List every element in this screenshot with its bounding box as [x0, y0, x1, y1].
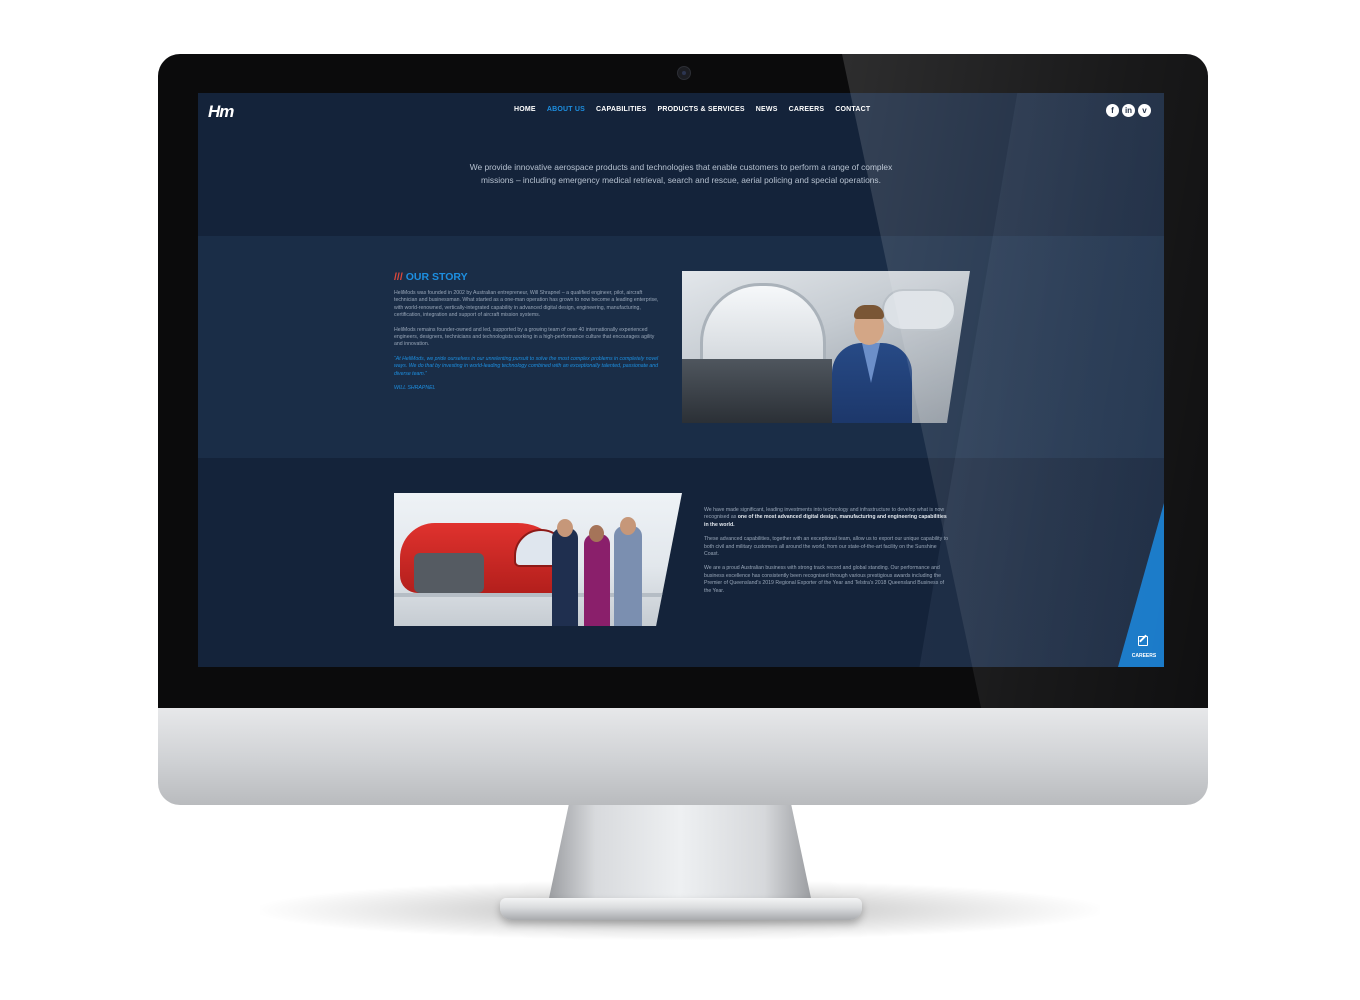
story-paragraph: HeliMods was founded in 2002 by Australi… [394, 290, 659, 319]
person-hair [854, 305, 884, 319]
vimeo-icon[interactable]: v [1138, 104, 1151, 117]
story-text: HeliMods was founded in 2002 by Australi… [394, 290, 662, 392]
monitor-chin [158, 708, 1208, 805]
heading-slashes: /// [394, 271, 403, 283]
story-heading-label: OUR STORY [405, 271, 468, 283]
capabilities-text: We have made significant, leading invest… [704, 507, 949, 611]
facebook-icon[interactable]: f [1106, 104, 1119, 117]
camera-icon [677, 66, 691, 80]
nav-item-contact[interactable]: CONTACT [835, 106, 870, 113]
person-3-head [620, 517, 636, 535]
person-1 [552, 528, 578, 626]
founder-quote: “At HeliMods, we pride ourselves in our … [394, 355, 659, 377]
helicopter-cockpit-window [700, 283, 826, 369]
social-links: f in v [1106, 104, 1151, 117]
nav-item-capabilities[interactable]: CAPABILITIES [596, 106, 647, 113]
person-2 [584, 534, 610, 626]
story-paragraph: HeliMods remains founder-owned and led, … [394, 326, 655, 348]
nav-item-products-services[interactable]: PRODUCTS & SERVICES [657, 106, 744, 113]
site-logo[interactable]: Hm [208, 102, 238, 122]
nav-item-about-us[interactable]: ABOUT US [547, 106, 585, 113]
helicopter-panel [682, 359, 832, 423]
founder-photo [682, 271, 970, 423]
team-helicopter-photo [394, 493, 682, 626]
monitor-stand-neck [548, 803, 812, 903]
intro-text: We provide innovative aerospace products… [469, 162, 893, 186]
nav-item-careers[interactable]: CAREERS [789, 106, 825, 113]
helicopter-engine [414, 553, 484, 593]
edit-icon[interactable] [1138, 636, 1148, 646]
quote-signature: WILL SHRAPNEL [394, 385, 436, 392]
nav-item-home[interactable]: HOME [514, 106, 536, 113]
person-3 [614, 526, 642, 626]
capabilities-highlight: one of the most advanced digital design,… [704, 514, 947, 528]
person-2-head [589, 525, 604, 542]
linkedin-icon[interactable]: in [1122, 104, 1135, 117]
monitor-stand-base [500, 898, 862, 920]
person-1-head [557, 519, 573, 537]
website-screen: Hm HOME ABOUT US CAPABILITIES PRODUCTS &… [198, 93, 1164, 667]
capabilities-paragraph: These advanced capabilities, together wi… [704, 536, 948, 558]
helicopter-door [882, 289, 956, 331]
careers-tab-label[interactable]: CAREERS [1128, 653, 1160, 659]
capabilities-paragraph: We have made significant, leading invest… [704, 507, 947, 528]
main-nav: HOME ABOUT US CAPABILITIES PRODUCTS & SE… [514, 106, 870, 113]
nav-item-news[interactable]: NEWS [756, 106, 778, 113]
story-heading: ///OUR STORY [394, 271, 468, 283]
capabilities-paragraph: We are a proud Australian business with … [704, 565, 945, 594]
